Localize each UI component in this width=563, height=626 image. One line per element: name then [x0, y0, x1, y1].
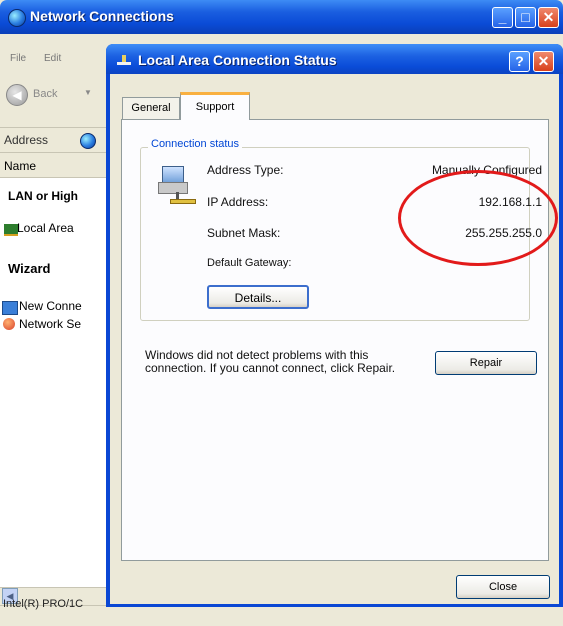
details-button[interactable]: Details... — [207, 285, 309, 309]
list-item-network-setup[interactable]: Network Se — [19, 317, 81, 331]
address-label: Address — [4, 133, 49, 147]
address-type-label: Address Type: — [207, 163, 284, 177]
list-item-new-connection[interactable]: New Conne — [19, 299, 82, 313]
tab-support[interactable]: Support — [180, 92, 250, 120]
close-dialog-x-button[interactable]: ✕ — [533, 51, 554, 72]
diagnostic-message: Windows did not detect problems with thi… — [145, 348, 396, 375]
minimize-button[interactable]: _ — [492, 7, 513, 28]
list-item-local-area[interactable]: Local Area — [17, 221, 74, 235]
network-computer-icon — [158, 164, 196, 204]
status-bar — [0, 605, 563, 626]
help-button[interactable]: ? — [509, 51, 530, 72]
window-title: Network Connections — [30, 8, 174, 24]
dialog-title: Local Area Connection Status — [138, 52, 337, 68]
address-network-icon — [80, 133, 96, 149]
status-text: Intel(R) PRO/1C — [3, 598, 84, 610]
back-dropdown-icon[interactable]: ▼ — [84, 88, 92, 97]
network-setup-icon — [3, 318, 15, 330]
default-gateway-label: Default Gateway: — [207, 257, 292, 269]
tab-general[interactable]: General — [122, 97, 180, 119]
connection-status-group-title: Connection status — [148, 138, 243, 150]
group-lan-heading: LAN or High — [8, 189, 78, 203]
back-button-label[interactable]: Back — [33, 88, 57, 100]
close-button[interactable]: Close — [456, 575, 550, 599]
network-connections-icon — [8, 9, 26, 27]
repair-button[interactable]: Repair — [435, 351, 537, 375]
lan-connection-icon — [4, 224, 18, 236]
new-connection-icon — [2, 301, 18, 315]
menu-file[interactable]: File — [10, 53, 26, 64]
subnet-mask-label: Subnet Mask: — [207, 226, 281, 240]
menu-edit[interactable]: Edit — [44, 53, 61, 64]
group-wizard-heading: Wizard — [8, 261, 51, 276]
lan-connection-title-icon — [117, 55, 131, 65]
name-column-header[interactable]: Name — [4, 159, 36, 173]
maximize-button[interactable]: □ — [515, 7, 536, 28]
back-arrow-icon[interactable]: ◀ — [6, 84, 28, 106]
close-window-button[interactable]: ✕ — [538, 7, 559, 28]
ip-address-label: IP Address: — [207, 195, 269, 209]
highlight-annotation-circle — [398, 170, 558, 266]
